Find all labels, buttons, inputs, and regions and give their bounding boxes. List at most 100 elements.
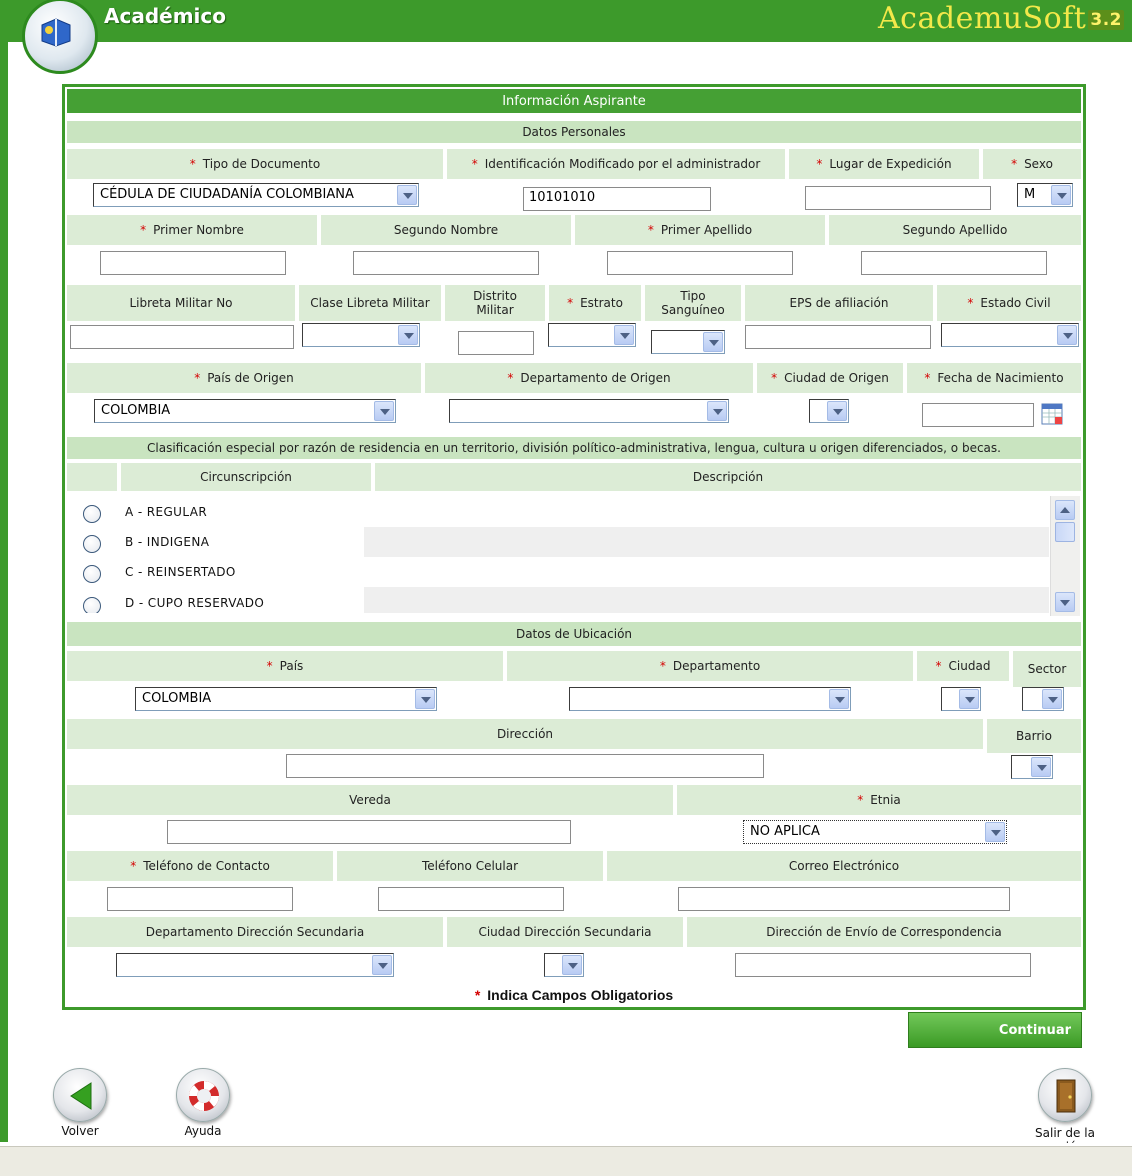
label-identificacion: * Identificación Modificado por el admini… (447, 149, 785, 179)
label-clase-libreta: Clase Libreta Militar (299, 285, 441, 321)
telefono-celular-input[interactable] (378, 887, 564, 911)
estado-civil-select[interactable] (941, 323, 1079, 347)
ciudad-secundaria-select[interactable] (544, 953, 584, 977)
etnia-select[interactable]: NO APLICA (743, 820, 1007, 844)
chevron-down-icon (829, 689, 849, 709)
label-correo: Correo Electrónico (607, 851, 1081, 881)
identificacion-input[interactable]: 10101010 (523, 187, 711, 211)
back-label: Volver (61, 1124, 99, 1138)
label-departamento: * Departamento (507, 651, 913, 681)
location-section-title: Datos de Ubicación (67, 622, 1081, 646)
libreta-militar-input[interactable] (70, 325, 294, 349)
list-item[interactable]: C - REINSERTADO (67, 557, 1049, 587)
barrio-select[interactable] (1011, 755, 1053, 779)
chevron-down-icon (374, 401, 394, 421)
segundo-nombre-input[interactable] (353, 251, 539, 275)
label-direccion: Dirección (67, 719, 983, 749)
label-eps: EPS de afiliación (745, 285, 933, 321)
chevron-down-icon (1042, 689, 1062, 709)
scroll-down-icon[interactable] (1055, 592, 1075, 612)
chevron-down-icon (959, 689, 979, 709)
label-departamento-origen: * Departamento de Origen (425, 363, 753, 393)
col-circunscripcion: Circunscripción (121, 463, 371, 491)
chevron-down-icon (707, 401, 727, 421)
label-estrato: * Estrato (549, 285, 641, 321)
chevron-down-icon (1031, 757, 1051, 777)
row-highlight (364, 587, 1049, 613)
arrow-left-icon (70, 1082, 92, 1110)
brand-name: AcademuSoft (878, 1, 1087, 36)
left-stripe (0, 42, 8, 1142)
door-icon (1056, 1079, 1076, 1113)
app-logo (22, 0, 98, 74)
pais-origen-select[interactable]: COLOMBIA (94, 399, 396, 423)
back-button[interactable] (53, 1068, 107, 1122)
estrato-select[interactable] (548, 323, 636, 347)
label-lugar-expedicion: * Lugar de Expedición (789, 149, 979, 179)
logout-button[interactable] (1038, 1068, 1092, 1122)
sexo-select[interactable]: M (1017, 183, 1073, 207)
label-segundo-apellido: Segundo Apellido (829, 215, 1081, 245)
personal-section-title: Datos Personales (67, 121, 1081, 143)
label-direccion-envio: Dirección de Envío de Correspondencia (687, 917, 1081, 947)
option-label: C - REINSERTADO (125, 565, 236, 579)
lifebuoy-icon (189, 1081, 219, 1111)
continue-button[interactable]: Continuar (908, 1012, 1082, 1048)
correo-input[interactable] (678, 887, 1010, 911)
label-primer-apellido: * Primer Apellido (575, 215, 825, 245)
chevron-down-icon (614, 325, 634, 345)
list-item[interactable]: B - INDIGENA (67, 527, 1049, 557)
clase-libreta-select[interactable] (302, 323, 420, 347)
direccion-input[interactable] (286, 754, 764, 778)
radio-reinsertado[interactable] (83, 565, 101, 583)
chevron-down-icon (1057, 325, 1077, 345)
eps-input[interactable] (745, 325, 931, 349)
scroll-thumb[interactable] (1055, 522, 1075, 542)
segundo-apellido-input[interactable] (861, 251, 1047, 275)
chevron-down-icon (372, 955, 392, 975)
classification-scrollbar[interactable] (1050, 496, 1080, 616)
sector-select[interactable] (1022, 687, 1064, 711)
pais-select[interactable]: COLOMBIA (135, 687, 437, 711)
list-item[interactable]: A - REGULAR (67, 497, 1049, 527)
distrito-militar-input[interactable] (458, 331, 534, 355)
direccion-envio-input[interactable] (735, 953, 1031, 977)
label-depto-secundaria: Departamento Dirección Secundaria (67, 917, 443, 947)
radio-cupo-reservado[interactable] (83, 597, 101, 613)
label-telefono-celular: Teléfono Celular (337, 851, 603, 881)
vereda-input[interactable] (167, 820, 571, 844)
label-ciudad-secundaria: Ciudad Dirección Secundaria (447, 917, 683, 947)
list-item[interactable]: D - CUPO RESERVADO (67, 587, 1049, 613)
ciudad-origen-select[interactable] (809, 399, 849, 423)
primer-apellido-input[interactable] (607, 251, 793, 275)
radio-regular[interactable] (83, 505, 101, 523)
classification-title: Clasificación especial por razón de resi… (67, 437, 1081, 459)
label-vereda: Vereda (67, 785, 673, 815)
col-descripcion: Descripción (375, 463, 1081, 491)
depto-secundaria-select[interactable] (116, 953, 394, 977)
departamento-origen-select[interactable] (449, 399, 729, 423)
fecha-nacimiento-input[interactable] (922, 403, 1034, 427)
scroll-up-icon[interactable] (1055, 500, 1075, 520)
radio-indigena[interactable] (83, 535, 101, 553)
departamento-select[interactable] (569, 687, 851, 711)
chevron-down-icon (985, 822, 1005, 842)
label-ciudad: * Ciudad (917, 651, 1009, 681)
primer-nombre-input[interactable] (100, 251, 286, 275)
label-sexo: * Sexo (983, 149, 1081, 179)
telefono-contacto-input[interactable] (107, 887, 293, 911)
calendar-icon[interactable] (1041, 401, 1063, 425)
app-title: Académico (104, 4, 227, 28)
label-tipo-documento: * Tipo de Documento (67, 149, 443, 179)
chevron-down-icon (827, 401, 847, 421)
lugar-expedicion-input[interactable] (805, 186, 991, 210)
tipo-sanguineo-select[interactable] (651, 330, 725, 354)
label-pais: * País (67, 651, 503, 681)
tipo-documento-select[interactable]: CÉDULA DE CIUDADANÍA COLOMBIANA (93, 183, 419, 207)
ciudad-select[interactable] (941, 687, 981, 711)
help-button[interactable] (176, 1068, 230, 1122)
radio-col-header (67, 463, 117, 491)
chevron-down-icon (398, 325, 418, 345)
form-title: Información Aspirante (67, 89, 1081, 113)
label-telefono-contacto: * Teléfono de Contacto (67, 851, 333, 881)
